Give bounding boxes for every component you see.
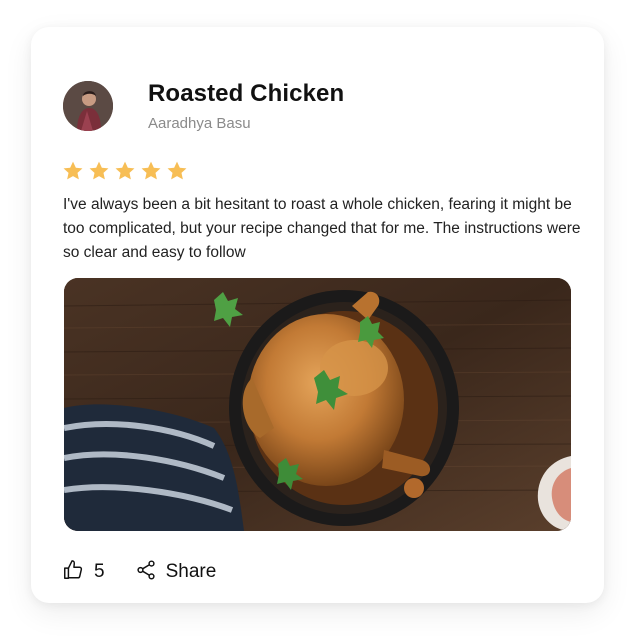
star-icon [62,160,84,182]
review-card: Roasted Chicken Aaradhya Basu I've alway… [31,27,604,603]
star-icon [140,160,162,182]
star-icon [88,160,110,182]
avatar[interactable] [63,81,113,131]
thumbs-up-icon [62,559,84,586]
author-name[interactable]: Aaradhya Basu [148,115,251,132]
review-text: I've always been a bit hesitant to roast… [63,196,581,261]
action-bar: 5 Share [62,557,216,587]
recipe-photo [64,278,571,531]
share-icon [135,559,157,586]
like-button[interactable]: 5 [62,559,105,586]
star-icon [114,160,136,182]
share-label: Share [165,561,217,582]
star-rating [62,160,188,182]
share-button[interactable]: Share [135,559,217,586]
like-count: 5 [94,561,105,582]
recipe-title: Roasted Chicken [148,80,345,107]
star-icon [166,160,188,182]
